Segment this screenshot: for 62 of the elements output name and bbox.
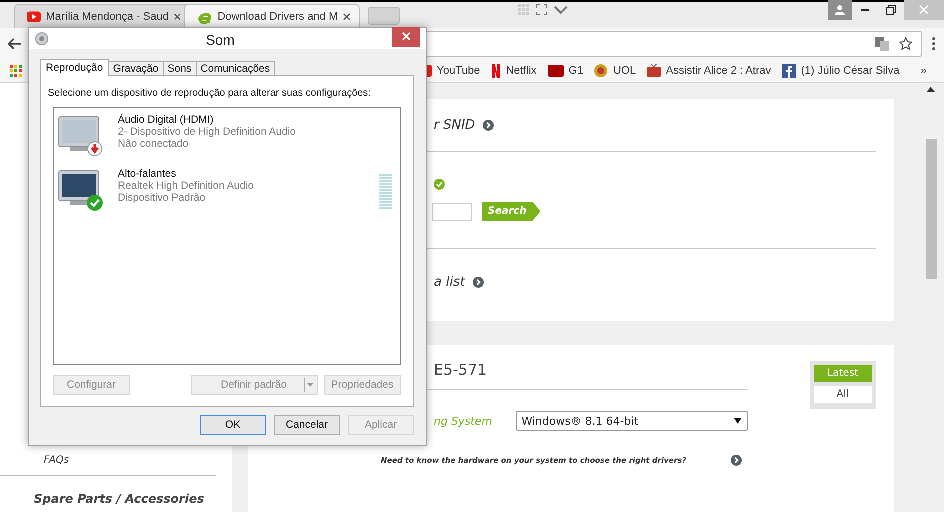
facebook-icon [782,64,796,78]
close-button[interactable] [392,26,420,46]
device-status: Não conectado [118,138,190,150]
device-driver: 2- Dispositivo de High Definition Audio [118,126,298,138]
bookmark-link[interactable]: UOL [613,65,636,77]
instruction-text: Selecione um dispositivo de reprodução para alterar suas configurações: [48,88,372,99]
sidebar-link[interactable]: FAQs [44,455,232,466]
speaker-icon [35,32,49,46]
dialog-tab[interactable]: Comunicações [196,61,276,76]
star-icon [899,37,913,51]
os-select[interactable]: Windows® 8.1 64-bit [516,411,748,431]
dialog-title: Som [205,30,236,48]
dialog-tab[interactable]: Gravação [108,61,164,76]
serial-link[interactable]: r SNID [434,118,476,132]
chevron-icon [554,6,568,14]
ball-icon [594,64,608,78]
menu-icon [932,37,936,51]
sidebar-heading: Spare Parts / Accessories [34,492,206,506]
device-name: Áudio Digital (HDMI) [118,114,215,126]
bookmark-link[interactable]: Netflix [506,65,537,77]
device-item[interactable]: Áudio Digital (HDMI) 2- Dispositivo de High Definition Audio Não conectado [58,114,392,158]
translate-icon [875,37,889,51]
bookmark-link[interactable]: G1 [568,65,584,77]
more-bookmarks-button[interactable]: » [920,65,927,77]
device-status: Dispositivo Padrão [118,192,207,204]
bookmark-link[interactable]: Assistir Alice 2 : Atrav [666,65,772,77]
back-arrow-icon [8,38,22,50]
bookmark-link[interactable]: (1) Júlio César Silva [801,65,900,77]
scroll-thumb[interactable] [926,139,936,279]
dialog-button[interactable]: OK [200,415,266,435]
close-icon [174,12,181,20]
check-icon [434,178,445,190]
browser-tab[interactable]: Download Drivers and M [184,4,360,28]
close-icon [343,12,351,20]
monitor-icon [58,168,104,212]
device-driver: Realtek High Definition Audio [118,180,255,192]
restore-icon [886,5,896,15]
person-icon [835,5,845,15]
dropdown-icon [734,418,742,424]
grid-icon [518,4,530,16]
close-icon [919,5,929,15]
filter-option[interactable]: All [814,386,872,403]
dialog-tab[interactable]: Reprodução [40,59,110,76]
device-name: Alto-falantes [118,168,178,180]
serial-input[interactable] [432,202,472,220]
minimize-icon [861,9,869,11]
device-item[interactable]: Alto-falantes Realtek High Definition Audio Dispositivo Padrão [58,168,392,212]
tv-icon [647,64,662,78]
dialog-button[interactable]: Cancelar [274,415,340,435]
caret-icon [307,383,314,387]
model-heading: E5-571 [434,361,488,379]
netflix-icon [491,64,502,78]
news-icon [548,65,564,77]
apps-icon [10,65,22,77]
video-icon [27,10,42,22]
close-icon [402,32,410,41]
bookmark-link[interactable]: YouTube [437,65,480,77]
list-link[interactable]: a list [434,274,466,290]
expand-icon [536,4,548,16]
scroll-up-icon [927,87,935,92]
os-label: ng System [434,414,494,428]
monitor-icon [58,114,104,158]
